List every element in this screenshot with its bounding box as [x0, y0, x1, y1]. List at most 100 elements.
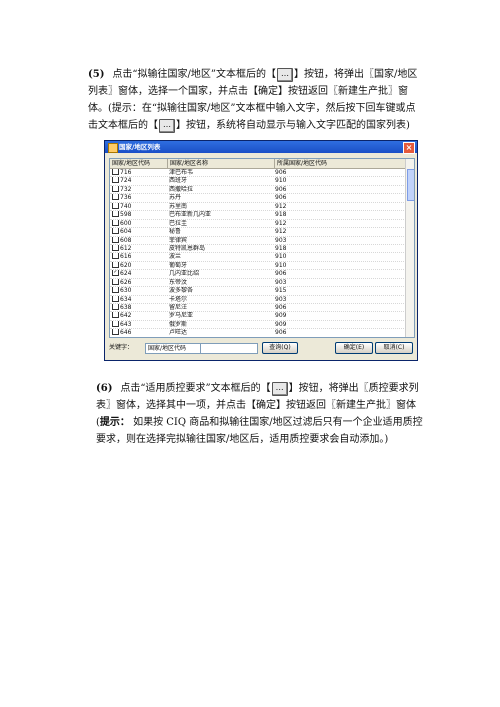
ellipsis-button-icon: …: [271, 381, 288, 396]
cell-name: 波多黎各: [169, 287, 194, 295]
table-row[interactable]: 638 留尼汪 906: [110, 304, 414, 313]
cell-parent: 910: [275, 177, 287, 185]
field-select[interactable]: 国家/地区代码: [145, 343, 201, 354]
step-text-3: 如果按 CIQ 商品和拟输往国家/地区过滤后只有一个企业适用质控要求，则在选择完…: [96, 417, 423, 445]
row-checkbox[interactable]: [112, 244, 119, 251]
ellipsis-button-icon: …: [159, 118, 175, 133]
table-row[interactable]: 612 皮特凯恩群岛 918: [110, 244, 414, 254]
tip-label: 提示：: [99, 417, 130, 428]
dialog-footer: 关键字： 国家/地区代码 查询(Q) 确定(E) 取消(C): [109, 342, 413, 354]
table-row[interactable]: 732 西撒哈拉 906: [110, 185, 414, 195]
row-checkbox[interactable]: [112, 295, 119, 302]
grid-body: 716 津巴布韦 906 724 西班牙 910 732 西撒哈拉 906 736 苏丹 906 740…: [110, 169, 414, 337]
header-parent[interactable]: 所属国家/地区代码: [275, 159, 410, 168]
cell-name: 东帝汶: [169, 278, 188, 286]
cell-code: 626: [110, 278, 167, 286]
header-code[interactable]: 国家/地区代码: [110, 159, 168, 168]
cell-parent: 915: [275, 287, 287, 295]
cell-name: 葡萄牙: [169, 261, 188, 269]
ok-button[interactable]: 确定(E): [335, 342, 373, 354]
row-checkbox[interactable]: [112, 329, 119, 336]
row-checkbox[interactable]: [112, 211, 119, 218]
row-checkbox[interactable]: [112, 278, 119, 285]
cell-code: 604: [110, 228, 167, 235]
table-row[interactable]: 604 秘鲁 912: [110, 228, 414, 237]
row-checkbox[interactable]: [112, 228, 119, 235]
cell-code: 600: [110, 219, 167, 227]
cell-name: 西撒哈拉: [169, 185, 194, 193]
scroll-thumb[interactable]: [407, 169, 414, 201]
row-checkbox[interactable]: [112, 169, 119, 175]
table-row[interactable]: 616 波兰 910: [110, 253, 414, 262]
table-row[interactable]: 646 卢旺达 906: [110, 329, 414, 337]
cell-name: 俄罗斯: [169, 320, 188, 328]
row-checkbox[interactable]: [112, 320, 119, 327]
table-row[interactable]: 600 巴拉圭 912: [110, 219, 414, 229]
country-list-dialog: 国家/地区列表 × 国家/地区代码 国家/地区名称 所属国家/地区代码 716 津…: [104, 140, 418, 361]
cancel-button[interactable]: 取消(C): [375, 342, 413, 354]
table-row[interactable]: 716 津巴布韦 906: [110, 169, 414, 178]
header-name[interactable]: 国家/地区名称: [168, 159, 275, 168]
paragraph-step-5: (5) 点击“拟输往国家/地区”文本框后的【… 】按钮，将弹出〖国家/地区列表〗窗体…: [88, 66, 424, 134]
row-checkbox[interactable]: [112, 312, 119, 319]
cell-code: 598: [110, 211, 167, 218]
row-checkbox[interactable]: [112, 253, 119, 260]
cell-parent: 910: [275, 261, 287, 269]
cell-name: 苏里南: [169, 202, 188, 210]
row-checkbox[interactable]: [112, 236, 119, 243]
table-row[interactable]: 608 菲律宾 903: [110, 236, 414, 245]
cell-code: 646: [110, 329, 167, 336]
row-checkbox[interactable]: [112, 287, 119, 294]
row-checkbox[interactable]: [112, 185, 119, 192]
table-row[interactable]: 642 罗马尼亚 909: [110, 312, 414, 321]
cell-code: 642: [110, 312, 167, 319]
code-text: 646: [120, 329, 132, 337]
row-checkbox[interactable]: [112, 177, 119, 184]
table-row[interactable]: 626 东帝汶 903: [110, 278, 414, 288]
keyword-input[interactable]: [200, 343, 258, 354]
table-row[interactable]: 598 巴布亚新几内亚 918: [110, 211, 414, 220]
cell-name: 巴布亚新几内亚: [169, 211, 212, 219]
table-row[interactable]: 724 西班牙 910: [110, 177, 414, 186]
keyword-label: 关键字：: [109, 344, 134, 351]
cell-parent: 918: [275, 211, 287, 219]
cell-name: 波兰: [169, 253, 182, 261]
row-checkbox[interactable]: [112, 202, 119, 209]
cell-parent: 903: [275, 278, 287, 286]
row-checkbox[interactable]: [112, 304, 119, 310]
cell-name: 罗马尼亚: [169, 312, 194, 320]
code-text: 634: [120, 295, 132, 303]
table-row[interactable]: 634 卡塔尔 903: [110, 295, 414, 304]
row-checkbox[interactable]: [112, 261, 119, 268]
table-row[interactable]: ✓ 624 几内亚比绍 906: [110, 270, 414, 279]
row-checkbox[interactable]: [112, 194, 119, 201]
cell-name: 秘鲁: [169, 228, 182, 236]
cell-code: 740: [110, 202, 167, 210]
row-checkbox[interactable]: ✓: [112, 270, 119, 277]
cell-code: 612: [110, 244, 167, 252]
cell-parent: 912: [275, 228, 287, 236]
code-text: 716: [120, 169, 132, 176]
table-row[interactable]: 620 葡萄牙 910: [110, 261, 414, 271]
window-icon: [108, 143, 118, 153]
cell-code: 630: [110, 287, 167, 294]
step-text-1: 点击“适用质控要求”文本框后的【: [120, 383, 271, 394]
table-row[interactable]: 630 波多黎各 915: [110, 287, 414, 296]
dialog-title: 国家/地区列表: [119, 143, 161, 151]
vertical-scrollbar[interactable]: [405, 159, 414, 337]
cell-parent: 903: [275, 295, 287, 303]
row-checkbox[interactable]: [112, 219, 119, 226]
search-button[interactable]: 查询(Q): [262, 342, 298, 354]
table-row[interactable]: 643 俄罗斯 909: [110, 320, 414, 330]
close-icon[interactable]: ×: [403, 142, 415, 154]
cell-code: 608: [110, 236, 167, 244]
code-text: 612: [120, 244, 132, 252]
code-text: 630: [120, 287, 132, 295]
cell-code: 620: [110, 261, 167, 269]
table-row[interactable]: 740 苏里南 912: [110, 202, 414, 212]
cell-name: 卡塔尔: [169, 295, 188, 303]
cell-parent: 909: [275, 312, 287, 320]
cell-name: 几内亚比绍: [169, 270, 200, 278]
table-row[interactable]: 736 苏丹 906: [110, 194, 414, 203]
cell-parent: 918: [275, 244, 287, 252]
